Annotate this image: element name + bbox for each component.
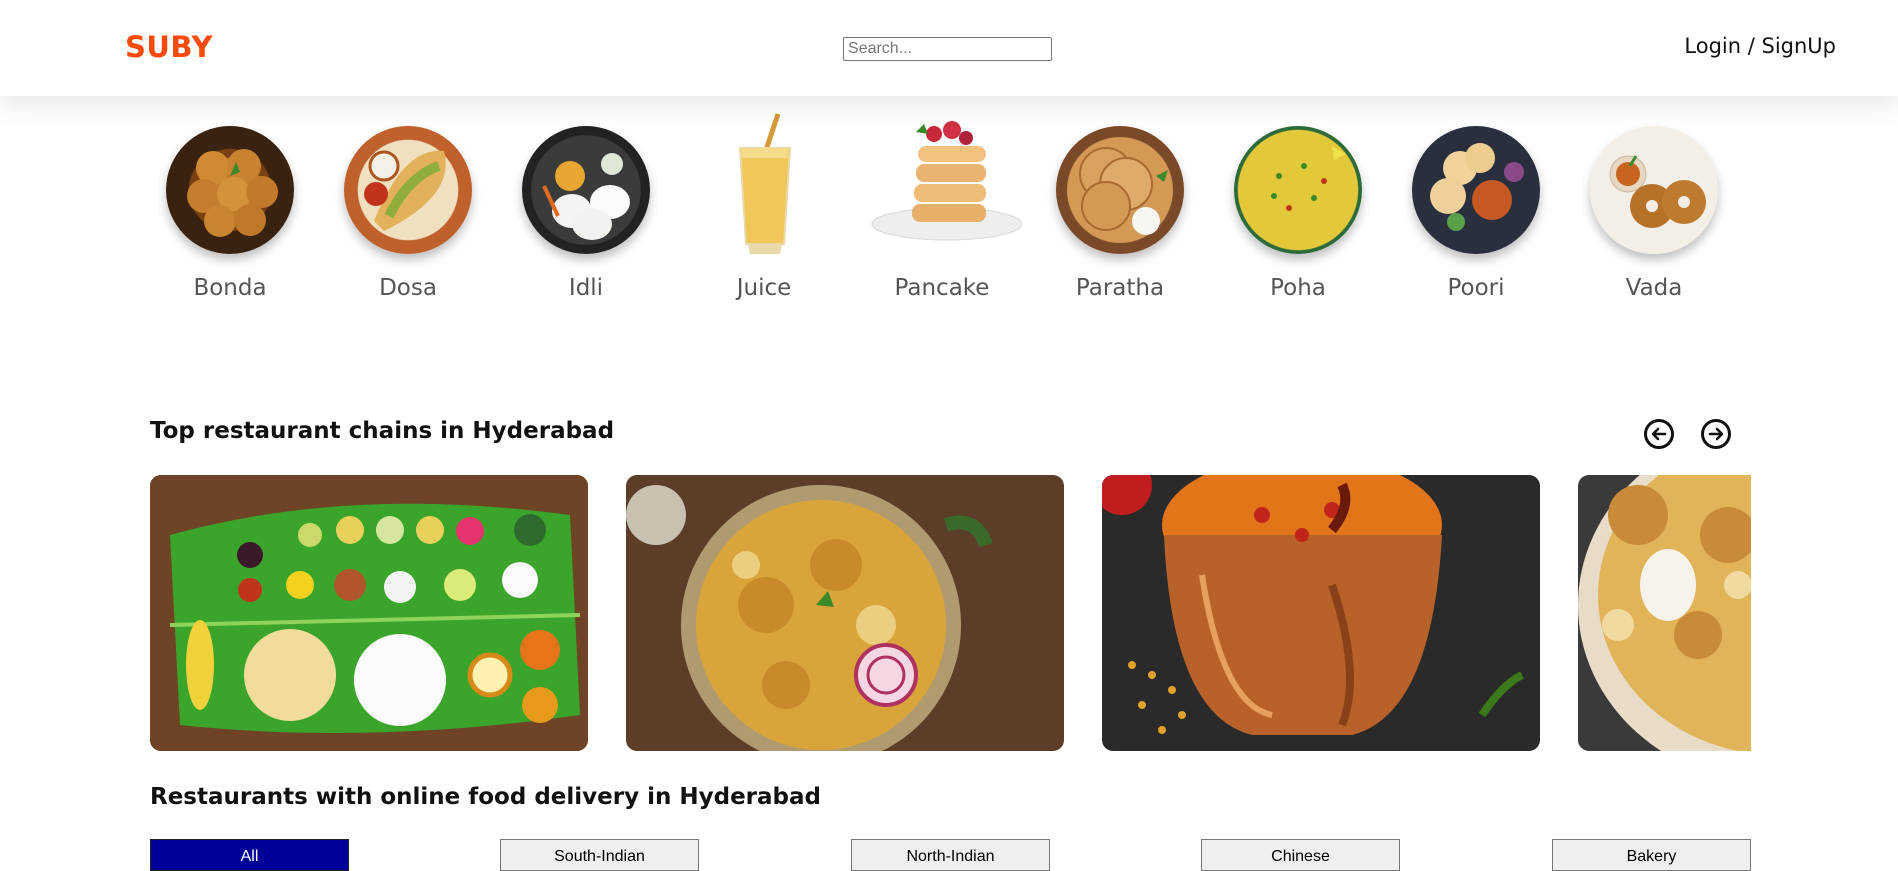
arrow-right-circle-icon [1708,427,1724,441]
paratha-plate-image [1056,126,1184,254]
bonda-dish-image [166,126,294,254]
category-item-pancake[interactable]: Pancake [862,121,1022,301]
restaurant-card[interactable] [1578,475,1751,751]
filter-chinese-button[interactable]: Chinese [1201,839,1400,871]
top-chains-title: Top restaurant chains in Hyderabad [150,418,615,444]
juice-glass-image [700,113,828,254]
filter-south-indian-button[interactable]: South-Indian [500,839,699,871]
category-label-dosa: Dosa [379,275,437,301]
category-label-bonda: Bonda [193,275,267,301]
poha-bowl-image [1234,126,1362,254]
login-signup-link[interactable]: Login / SignUp [1684,34,1836,58]
carousel-next-button[interactable] [1701,419,1731,449]
carousel-prev-button[interactable] [1644,419,1674,449]
chicken-biryani-plate-image [626,475,1064,751]
filter-all-button[interactable]: All [150,839,349,871]
category-item-vada[interactable]: Vada [1574,126,1734,301]
dosa-dish-image [344,126,472,254]
category-item-idli[interactable]: Idli [506,126,666,301]
category-label-pancake: Pancake [894,275,990,301]
idli-dish-image [522,126,650,254]
pancake-stack-image [862,121,1022,254]
restaurant-card[interactable] [150,475,588,751]
category-label-idli: Idli [568,275,604,301]
category-label-juice: Juice [736,275,792,301]
vada-plate-image [1590,126,1718,254]
category-item-poha[interactable]: Poha [1218,126,1378,301]
dal-copper-bucket-image [1102,475,1540,751]
filter-north-indian-button[interactable]: North-Indian [851,839,1050,871]
category-label-poha: Poha [1270,275,1326,301]
cuisine-filter-bar: All South-Indian North-Indian Chinese Ba… [150,839,1751,871]
egg-biryani-bowl-image [1578,475,1751,751]
search-input[interactable] [843,37,1052,61]
category-item-poori[interactable]: Poori [1396,126,1556,301]
top-navbar: SUBY Login / SignUp [0,0,1898,96]
filter-bakery-button[interactable]: Bakery [1552,839,1751,871]
category-item-bonda[interactable]: Bonda [150,126,310,301]
category-label-poori: Poori [1447,275,1505,301]
category-label-paratha: Paratha [1075,275,1165,301]
restaurant-card[interactable] [1102,475,1540,751]
category-label-vada: Vada [1625,275,1683,301]
category-carousel: Bonda Dosa Idli Juice Pancake Paratha Po… [150,113,1740,326]
category-item-juice[interactable]: Juice [684,113,844,301]
banana-leaf-meals-image [150,475,588,751]
suby-logo[interactable]: SUBY [125,30,213,64]
poori-plate-image [1412,126,1540,254]
online-delivery-title: Restaurants with online food delivery in… [150,784,821,810]
arrow-left-circle-icon [1651,427,1667,441]
category-item-dosa[interactable]: Dosa [328,126,488,301]
restaurant-card[interactable] [626,475,1064,751]
restaurant-chain-carousel [150,475,1751,751]
category-item-paratha[interactable]: Paratha [1040,126,1200,301]
